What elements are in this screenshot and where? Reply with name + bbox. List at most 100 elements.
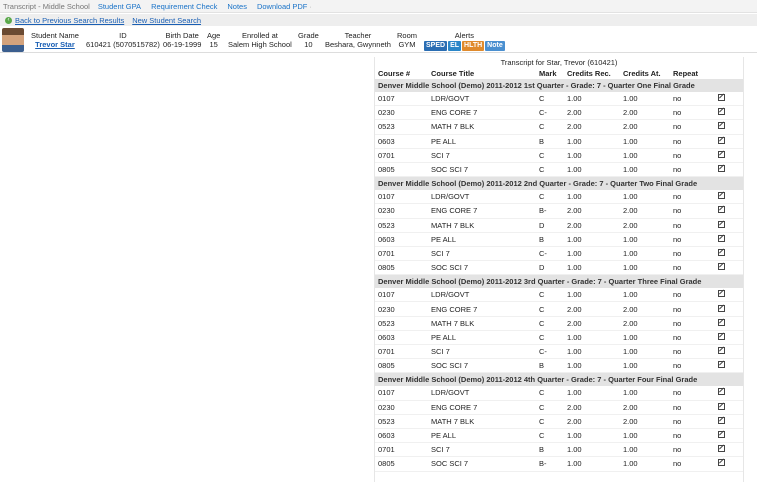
mark: C- xyxy=(539,347,547,357)
mark: C xyxy=(539,94,545,104)
alert-badge-el[interactable]: EL xyxy=(448,41,462,51)
course-title: LDR/GOVT xyxy=(431,94,470,104)
credits-rec: 1.00 xyxy=(567,431,582,441)
credits-at: 1.00 xyxy=(623,263,638,273)
credits-at: 1.00 xyxy=(623,361,638,371)
alert-badge-note[interactable]: Note xyxy=(485,41,505,51)
course-number: 0701 xyxy=(378,445,395,455)
student-gpa-link[interactable]: Student GPA xyxy=(98,2,141,11)
edit-cell xyxy=(711,165,731,174)
edit-icon[interactable] xyxy=(717,263,725,271)
table-row: 0701 SCI 7 C 1.00 1.00 no xyxy=(375,149,743,163)
edit-icon[interactable] xyxy=(717,445,725,453)
course-number: 0523 xyxy=(378,416,395,426)
edit-icon[interactable] xyxy=(717,122,725,130)
edit-icon[interactable] xyxy=(717,290,725,298)
edit-icon[interactable] xyxy=(717,318,725,326)
nav-separator: · xyxy=(309,1,312,11)
edit-icon[interactable] xyxy=(717,416,725,424)
edit-icon[interactable] xyxy=(717,459,725,467)
course-title: LDR/GOVT xyxy=(431,290,470,300)
transcript-panel: Transcript for Star, Trevor (610421) Cou… xyxy=(374,57,744,482)
edit-icon[interactable] xyxy=(717,388,725,396)
mark: C xyxy=(539,150,545,160)
edit-icon[interactable] xyxy=(717,165,725,173)
edit-cell xyxy=(711,136,731,146)
course-number: 0523 xyxy=(378,318,395,328)
credits-at: 2.00 xyxy=(623,206,638,216)
table-row: 0523 MATH 7 BLK C 2.00 2.00 no xyxy=(375,120,743,135)
credits-at: 1.00 xyxy=(623,459,638,469)
repeat: no xyxy=(673,388,682,398)
course-number: 0230 xyxy=(378,206,395,216)
edit-icon[interactable] xyxy=(717,248,725,256)
course-title: MATH 7 BLK xyxy=(431,122,475,132)
student-name-link[interactable]: Trevor Star xyxy=(31,40,79,49)
credits-at: 1.00 xyxy=(623,94,638,104)
course-number: 0805 xyxy=(378,263,395,273)
grade-label: Grade xyxy=(298,31,319,40)
table-row: 0107 LDR/GOVT C 1.00 1.00 no xyxy=(375,288,743,303)
edit-cell xyxy=(711,234,731,244)
credits-rec: 2.00 xyxy=(567,220,582,230)
repeat: no xyxy=(673,108,682,118)
credits-at: 1.00 xyxy=(623,388,638,398)
student-photo xyxy=(2,28,24,52)
download-pdf-link[interactable]: Download PDF xyxy=(257,2,307,11)
edit-cell xyxy=(711,263,731,272)
edit-icon[interactable] xyxy=(717,332,725,340)
credits-at: 1.00 xyxy=(623,150,638,160)
mark: C xyxy=(539,122,545,132)
course-title: SOC SCI 7 xyxy=(431,263,469,273)
credits-rec: 1.00 xyxy=(567,94,582,104)
alert-badge-sped[interactable]: SPED xyxy=(424,41,448,51)
edit-icon[interactable] xyxy=(717,94,725,102)
mark: C xyxy=(539,290,545,300)
transcript-title: Transcript for Star, Trevor (610421) xyxy=(500,58,618,67)
grade-value: 10 xyxy=(304,40,313,49)
teacher-col: Teacher Beshara, Gwynneth xyxy=(325,31,391,49)
edit-icon[interactable] xyxy=(717,361,725,369)
enrolled-label: Enrolled at xyxy=(241,31,278,40)
edit-cell xyxy=(711,402,731,412)
mark: B xyxy=(539,136,545,146)
course-title: PE ALL xyxy=(431,332,457,342)
course-title: SCI 7 xyxy=(431,248,450,258)
table-row: 0107 LDR/GOVT C 1.00 1.00 no xyxy=(375,190,743,205)
edit-icon[interactable] xyxy=(717,431,725,439)
edit-cell xyxy=(711,332,731,342)
alert-badges: SPED EL HLTH Note xyxy=(424,41,505,51)
edit-icon[interactable] xyxy=(717,150,725,158)
student-id-col: ID 610421 (5070515782) xyxy=(86,31,160,49)
back-to-results-link[interactable]: Back to Previous Search Results xyxy=(15,16,124,25)
table-row: 0230 ENG CORE 7 C 2.00 2.00 no xyxy=(375,302,743,317)
course-title: MATH 7 BLK xyxy=(431,416,475,426)
credits-rec: 1.00 xyxy=(567,290,582,300)
edit-icon[interactable] xyxy=(717,220,725,228)
table-row: 0107 LDR/GOVT C 1.00 1.00 no xyxy=(375,386,743,401)
new-student-search-link[interactable]: New Student Search xyxy=(132,16,201,25)
edit-icon[interactable] xyxy=(717,136,725,144)
course-number: 0107 xyxy=(378,388,395,398)
edit-cell xyxy=(711,248,731,258)
edit-icon[interactable] xyxy=(717,192,725,200)
edit-cell xyxy=(711,388,731,397)
notes-link[interactable]: Notes xyxy=(227,2,247,11)
edit-icon[interactable] xyxy=(717,402,725,410)
alert-badge-hlth[interactable]: HLTH xyxy=(462,41,485,51)
term-heading: Denver Middle School (Demo) 2011-2012 1s… xyxy=(375,79,743,92)
credits-at: 1.00 xyxy=(623,332,638,342)
course-number: 0701 xyxy=(378,150,395,160)
credits-rec: 2.00 xyxy=(567,318,582,328)
edit-icon[interactable] xyxy=(717,304,725,312)
table-row: 0230 ENG CORE 7 C- 2.00 2.00 no xyxy=(375,106,743,121)
edit-icon[interactable] xyxy=(717,234,725,242)
course-title: SCI 7 xyxy=(431,347,450,357)
edit-icon[interactable] xyxy=(717,347,725,355)
grade-col: Grade 10 xyxy=(298,31,319,49)
edit-icon[interactable] xyxy=(717,206,725,214)
edit-icon[interactable] xyxy=(717,108,725,116)
birth-col: Birth Date 06-19-1999 xyxy=(163,31,201,49)
edit-cell xyxy=(711,220,731,230)
requirement-check-link[interactable]: Requirement Check xyxy=(151,2,217,11)
